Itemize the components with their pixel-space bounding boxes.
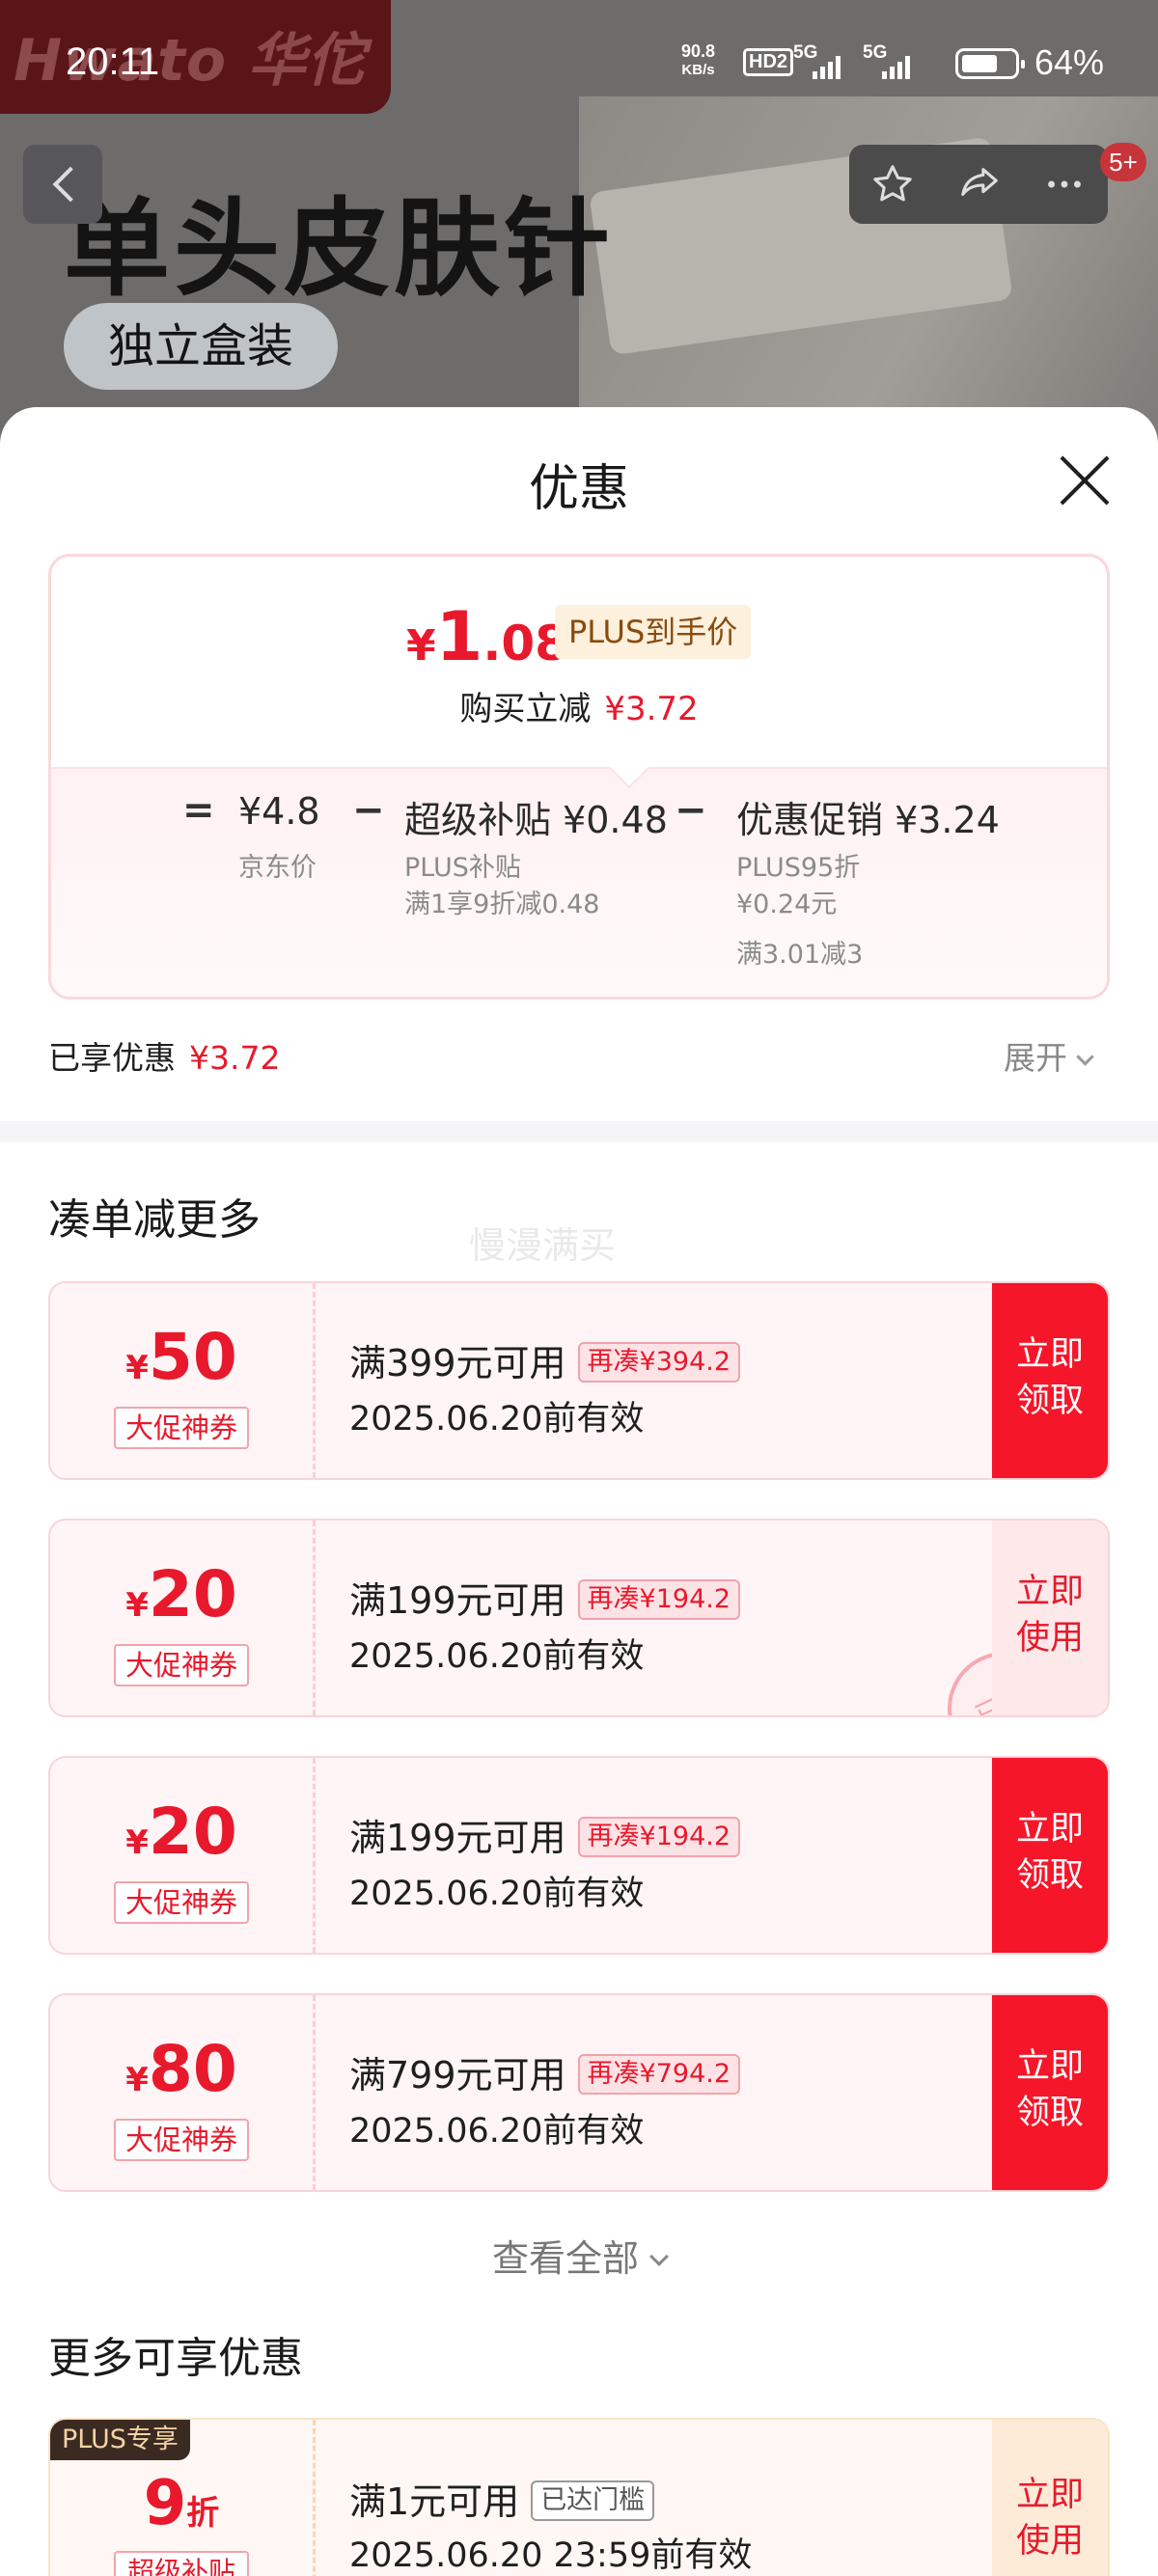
- coupon-amount: ¥80: [125, 2032, 237, 2106]
- more-icon[interactable]: [1042, 162, 1087, 206]
- plus-coupon-condition: 满1元可用 已达门槛: [349, 2472, 655, 2525]
- share-icon[interactable]: [957, 162, 1002, 206]
- coupon-amount: ¥20: [125, 1557, 237, 1631]
- promo-line1: PLUS95折: [736, 853, 861, 883]
- coupon-remaining: 再凑¥394.2: [577, 1342, 741, 1383]
- claim-button[interactable]: 立即 领取: [992, 1758, 1108, 1953]
- coupon-validity: 2025.06.20前有效: [349, 1875, 645, 1913]
- coupon-tag: 大促神券: [114, 1407, 249, 1449]
- promo-title: 优惠促销 ¥3.24: [736, 799, 1000, 841]
- notification-badge: 5+: [1100, 143, 1146, 181]
- product-image-title: 单头皮肤针: [64, 187, 614, 311]
- view-all-button[interactable]: 查看全部: [0, 2229, 1158, 2282]
- coupon-validity: 2025.06.20前有效: [349, 1637, 645, 1676]
- coupon-validity: 2025.06.20前有效: [349, 2112, 645, 2151]
- coupon-card: ¥50 大促神券 满399元可用 再凑¥394.2 2025.06.20前有效 立…: [48, 1281, 1110, 1480]
- coupon-amount: ¥50: [125, 1320, 237, 1394]
- signal-icon-2: [878, 56, 917, 79]
- plus-ribbon: PLUS专享: [50, 2420, 190, 2460]
- watermark-text: 慢漫满买: [469, 1224, 617, 1267]
- plus-coupon-tag: 超级补贴: [114, 2551, 249, 2576]
- star-icon[interactable]: [870, 162, 915, 206]
- price-breakdown-card: ¥1.08 PLUS到手价 购买立减 ¥3.72 = ¥4.8 京东价 − 超级补…: [48, 554, 1110, 1000]
- coupon-card: ¥20 大促神券 满199元可用 再凑¥194.2 2025.06.20前有效 立…: [48, 1756, 1110, 1955]
- use-button[interactable]: 立即 使用: [992, 2420, 1108, 2576]
- coupon-card: ¥20 大促神券 满199元可用再凑¥194.2 2025.06.20前有效 已…: [48, 1519, 1110, 1717]
- coupon-condition: 满199元可用 再凑¥194.2: [349, 1808, 741, 1861]
- signal-icon: [809, 56, 847, 79]
- use-button[interactable]: 立即 使用: [992, 1521, 1108, 1715]
- status-time: 20:11: [66, 41, 160, 83]
- coupon-tag: 大促神券: [114, 2119, 249, 2161]
- final-price: ¥1.08: [406, 597, 568, 676]
- promo-line2: ¥0.24元: [736, 890, 838, 919]
- plus-coupon-validity: 2025.06.20 23:59前有效: [349, 2536, 753, 2575]
- section-divider: [0, 1121, 1158, 1142]
- claim-button[interactable]: 立即 领取: [992, 1283, 1108, 1478]
- sheet-title: 优惠: [528, 460, 629, 518]
- battery-icon: [955, 48, 1025, 79]
- coupon-condition: 满399元可用 再凑¥394.2: [349, 1333, 741, 1386]
- coupon-remaining: 再凑¥794.2: [577, 2054, 741, 2095]
- promo-line3: 满3.01减3: [736, 940, 864, 970]
- battery-percent: 64%: [1034, 42, 1105, 82]
- threshold-reached-badge: 已达门槛: [531, 2480, 655, 2521]
- plus-discount: 9折: [143, 2468, 220, 2539]
- minus-sign: −: [352, 788, 385, 833]
- coupon-condition: 满799元可用 再凑¥794.2: [349, 2045, 741, 2098]
- equals-sign: =: [182, 788, 215, 833]
- chevron-down-icon: [649, 2247, 669, 2266]
- subsidy-rule: 满1享9折减0.48: [404, 890, 600, 919]
- close-icon[interactable]: [1058, 453, 1112, 507]
- purchase-reduce: 购买立减 ¥3.72: [459, 690, 699, 728]
- enjoyed-discount: 已享优惠 ¥3.72: [48, 1039, 281, 1077]
- discount-sheet: 优惠 ¥1.08 PLUS到手价 购买立减 ¥3.72 = ¥4.8 京东价 − …: [0, 407, 1158, 2576]
- subsidy-type: PLUS补贴: [404, 853, 521, 883]
- back-button[interactable]: [23, 145, 102, 224]
- hd-voice-icon: HD2: [743, 48, 794, 76]
- coupon-amount: ¥20: [125, 1795, 237, 1869]
- jd-price: ¥4.8: [238, 790, 320, 833]
- plus-coupon-card: PLUS专享 9折 超级补贴 满1元可用 已达门槛 2025.06.20 23:5…: [48, 2418, 1110, 2576]
- coupon-validity: 2025.06.20前有效: [349, 1400, 645, 1439]
- claim-button[interactable]: 立即 领取: [992, 1995, 1108, 2190]
- coupon-tag: 大促神券: [114, 1881, 249, 1924]
- status-bar: 20:11 90.8 KB/s HD2 5G 5G 64%: [0, 0, 1158, 125]
- top-actions-bar: [849, 145, 1108, 224]
- plus-price-tag: PLUS到手价: [555, 605, 752, 659]
- coupon-remaining: 再凑¥194.2: [577, 1579, 741, 1620]
- price-calc: = ¥4.8 京东价 − 超级补贴 ¥0.48 PLUS补贴 满1享9折减0.4…: [51, 747, 1107, 997]
- chevron-down-icon: [1076, 1048, 1094, 1066]
- coupon-condition: 满199元可用 再凑¥194.2: [349, 1571, 741, 1624]
- section-title-more: 更多可享优惠: [48, 2334, 303, 2383]
- coupon-tag: 大促神券: [114, 1644, 249, 1686]
- coupon-card: ¥80 大促神券 满799元可用 再凑¥794.2 2025.06.20前有效 立…: [48, 1993, 1110, 2192]
- product-image-pill: 独立盒装: [64, 303, 339, 390]
- coupon-remaining: 再凑¥194.2: [577, 1817, 741, 1857]
- minus-sign-2: −: [675, 788, 707, 833]
- section-title-bundle: 凑单减更多: [48, 1195, 261, 1245]
- jd-price-label: 京东价: [238, 853, 317, 883]
- status-net-speed: 90.8 KB/s: [681, 41, 716, 78]
- expand-button[interactable]: 展开: [1004, 1032, 1094, 1079]
- subsidy-title: 超级补贴 ¥0.48: [404, 799, 668, 841]
